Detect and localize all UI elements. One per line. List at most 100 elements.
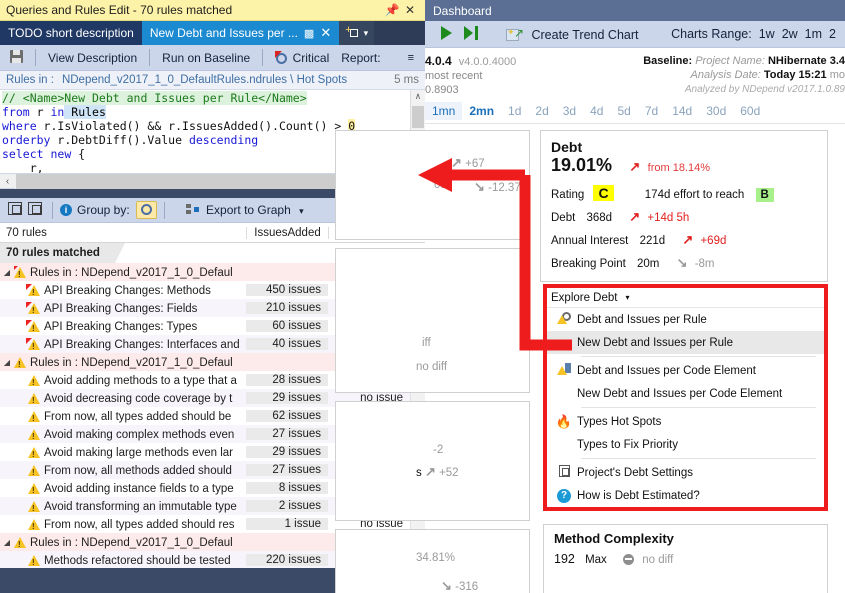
help-icon: ? [551, 489, 577, 503]
close-tab-icon[interactable]: ✕ [320, 25, 331, 41]
critical-warning-icon [28, 339, 40, 350]
charts-range-1w[interactable]: 1w [759, 27, 775, 41]
tree-row-label: Rules in : NDepend_v2017_1_0_Defaul [14, 265, 246, 279]
export-to-graph-button[interactable]: Export to Graph ▾ [186, 203, 304, 217]
trend-range-1mn[interactable]: 1mn [425, 102, 462, 120]
explore-debt-header[interactable]: Explore Debt ▾ [547, 288, 824, 308]
trend-range-30d[interactable]: 30d [699, 102, 733, 120]
menu-item[interactable]: New Debt and Issues per Code Element [547, 382, 824, 405]
charts-range-1m[interactable]: 1m [805, 27, 822, 41]
create-trend-chart-button[interactable]: ↗✦ Create Trend Chart [506, 27, 638, 42]
trend-down-icon: ↘ [441, 578, 452, 593]
pin-tab-icon[interactable]: ▩ [304, 27, 314, 40]
chevron-down-icon[interactable]: ▾ [364, 28, 369, 39]
expander-icon[interactable]: ◢ [0, 358, 14, 367]
toolbar-overflow-icon[interactable]: ≡ [401, 52, 421, 64]
tree-row-text: Rules in : NDepend_v2017_1_0_Defaul [30, 267, 233, 279]
menu-item[interactable]: Debt and Issues per Code Element [547, 359, 824, 382]
trend-range-7d[interactable]: 7d [638, 102, 665, 120]
trend-range-60d[interactable]: 60d [733, 102, 767, 120]
rules-in-path[interactable]: NDepend_v2017_1_0_DefaultRules.ndrules \… [62, 74, 347, 86]
project-name-label: Project Name: [695, 55, 765, 67]
debt-label: Debt [551, 212, 575, 224]
complexity-no-diff: no diff [642, 554, 673, 566]
menu-separator [581, 407, 816, 408]
close-icon[interactable]: ✕ [401, 3, 419, 17]
collapse-all-button[interactable] [25, 202, 45, 218]
trend-range-2d[interactable]: 2d [528, 102, 555, 120]
save-button[interactable] [4, 50, 29, 66]
play-into-icon [464, 26, 478, 40]
settings-doc-icon [551, 465, 577, 480]
critical-button[interactable]: Critical [269, 51, 335, 65]
menu-item[interactable]: ?How is Debt Estimated? [547, 484, 824, 507]
tab-todo-short-description[interactable]: TODO short description [0, 21, 142, 45]
divider [149, 49, 150, 66]
tree-row-text: API Breaking Changes: Interfaces and [44, 339, 240, 351]
trend-range-4d[interactable]: 4d [583, 102, 610, 120]
partial-value: +67 [465, 158, 485, 170]
scroll-thumb[interactable] [16, 174, 341, 189]
menu-separator [581, 356, 816, 357]
cell-issues-added: 29 issues [246, 446, 328, 458]
trend-range-5d[interactable]: 5d [610, 102, 637, 120]
create-trend-chart-label: Create Trend Chart [531, 28, 638, 42]
charts-range-2w[interactable]: 2w [782, 27, 798, 41]
scroll-left-icon[interactable]: ‹ [0, 176, 15, 187]
expand-all-button[interactable] [5, 202, 25, 218]
trend-range-1d[interactable]: 1d [501, 102, 528, 120]
effort-text: 174d effort to reach [645, 189, 745, 201]
critical-warning-icon [28, 321, 40, 332]
chevron-down-icon[interactable]: ▾ [299, 206, 304, 216]
charts-range-group: Charts Range: 1w 2w 1m 2 [671, 27, 845, 41]
view-description-button[interactable]: View Description [42, 51, 143, 65]
group-by-settings-button[interactable] [136, 201, 157, 219]
menu-item[interactable]: 🔥Types Hot Spots [547, 410, 824, 433]
chevron-down-icon[interactable]: ▾ [625, 293, 629, 302]
menu-item-label: New Debt and Issues per Code Element [577, 388, 782, 400]
menu-item[interactable]: Project's Debt Settings [547, 461, 824, 484]
expander-icon[interactable]: ◢ [0, 268, 14, 277]
code-keyword-from: from [2, 105, 30, 119]
trend-range-14d[interactable]: 14d [665, 102, 699, 120]
column-header-issues-added[interactable]: IssuesAdded [246, 227, 328, 239]
menu-item[interactable]: New Debt and Issues per Rule [547, 331, 824, 354]
collapse-all-icon [28, 202, 42, 215]
run-analysis-button[interactable] [435, 26, 458, 43]
charts-range-2m[interactable]: 2 [829, 27, 836, 41]
trend-range-tabs[interactable]: 1mn2mn1d2d3d4d5d7d14d30d60d [425, 98, 845, 124]
report-button[interactable]: Report: [335, 51, 386, 65]
rules-in-label: Rules in : [6, 74, 54, 86]
pin-icon[interactable]: 📌 [383, 3, 401, 17]
tab-label: TODO short description [8, 26, 134, 40]
menu-item[interactable]: Types to Fix Priority [547, 433, 824, 456]
code-element-warning-icon [551, 363, 577, 378]
cell-issues-added: 29 issues [246, 392, 328, 404]
cell-issues-added: 28 issues [246, 374, 328, 386]
tree-row-label: API Breaking Changes: Interfaces and [14, 337, 246, 351]
tree-row-text: API Breaking Changes: Fields [44, 303, 197, 315]
dashboard-titlebar: Dashboard [425, 0, 845, 21]
new-tab-button[interactable]: + ▾ [339, 21, 374, 45]
scroll-up-icon[interactable]: ∧ [411, 90, 425, 104]
most-recent-label: most recent [425, 70, 516, 82]
critical-warning-icon [28, 303, 40, 314]
target-rating-badge: B [756, 188, 774, 202]
queries-panel-title: Queries and Rules Edit - 70 rules matche… [6, 3, 383, 17]
column-header-name[interactable]: 70 rules [0, 227, 246, 239]
baseline-label: Baseline: [643, 55, 692, 67]
tree-row-label: API Breaking Changes: Methods [14, 283, 246, 297]
cell-issues-added: 450 issues [246, 284, 328, 296]
menu-item[interactable]: Debt and Issues per Rule [547, 308, 824, 331]
tab-new-debt-and-issues-per-rule[interactable]: New Debt and Issues per ... ▩ ✕ [142, 21, 339, 45]
breaking-point-delta: -8m [695, 258, 715, 270]
run-and-open-button[interactable] [458, 26, 484, 43]
trend-range-3d[interactable]: 3d [556, 102, 583, 120]
trend-down-icon: ↘ [474, 179, 485, 194]
run-on-baseline-button[interactable]: Run on Baseline [156, 51, 256, 65]
info-icon: i [60, 204, 72, 216]
expander-icon[interactable]: ◢ [0, 538, 14, 547]
scroll-thumb[interactable] [412, 106, 424, 128]
warning-icon [28, 501, 40, 512]
trend-range-2mn[interactable]: 2mn [462, 102, 501, 120]
